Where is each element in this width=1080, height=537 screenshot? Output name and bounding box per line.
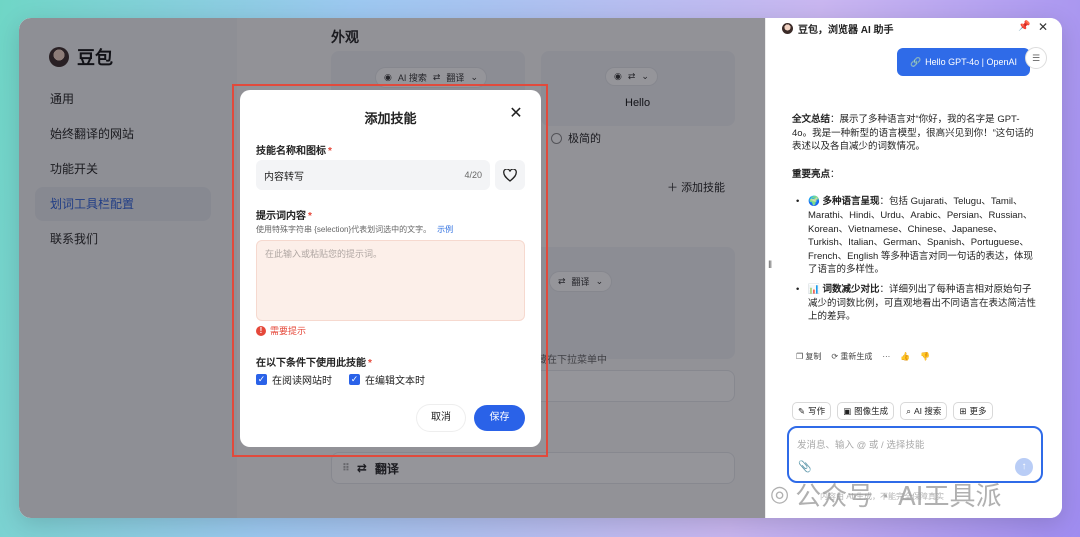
prompt-hint: 使用特殊字符串 {selection}代表划词选中的文字。 示例 — [256, 224, 453, 235]
more-button[interactable]: ··· — [882, 352, 890, 361]
name-label-text: 技能名称和图标 — [256, 146, 326, 157]
send-icon[interactable]: ↑ — [1015, 458, 1033, 476]
watermark-text: 公众号 · AI工具派 — [795, 482, 1002, 512]
prompt-hint-text: 使用特殊字符串 {selection}代表划词选中的文字。 — [256, 225, 432, 234]
chip-image-gen[interactable]: ▣ 图像生成 — [837, 402, 895, 420]
chip-label: 更多 — [969, 406, 987, 416]
regenerate-button[interactable]: ⟳ 重新生成 — [831, 351, 872, 362]
cancel-button[interactable]: 取消 — [417, 405, 465, 431]
error-text: 需要提示 — [270, 326, 307, 336]
checkbox-reading[interactable]: ✓ 在阅读网站时 — [256, 372, 332, 387]
required-mark: * — [368, 358, 372, 369]
highlights-list: 🌍 多种语言呈现：包括 Gujarati、Telugu、Tamil、Marath… — [792, 195, 1037, 323]
save-button[interactable]: 保存 — [474, 405, 525, 431]
prompt-label-text: 提示词内容 — [256, 211, 306, 222]
wechat-icon: ◎ — [770, 482, 790, 507]
close-icon[interactable]: ✕ — [509, 106, 523, 122]
assistant-panel: ‖ 豆包，浏览器 AI 助手 📌 ✕ 🔗 Hello GPT-4o | Open… — [765, 18, 1062, 518]
paperclip-icon[interactable]: 📎 — [798, 460, 812, 473]
user-message-text: Hello GPT-4o | OpenAI — [925, 57, 1018, 67]
checkbox-reading-label: 在阅读网站时 — [272, 376, 332, 387]
conditions-label: 在以下条件下使用此技能 * — [256, 354, 372, 369]
close-icon[interactable]: ✕ — [1038, 20, 1048, 34]
menu-icon[interactable]: ☰ — [1025, 47, 1047, 69]
required-mark: * — [308, 211, 312, 222]
settings-page: 豆包 通用 始终翻译的网站 功能开关 划词工具栏配置 联系我们 外观 ◉ AI … — [19, 18, 765, 518]
assistant-answer: 全文总结：展示了多种语言对“你好，我的名字是 GPT-4o。我是一种新型的语言模… — [792, 113, 1037, 330]
highlights-heading: 重要亮点： — [792, 168, 1037, 182]
checkbox-editing[interactable]: ✓ 在编辑文本时 — [349, 372, 425, 387]
pin-icon[interactable]: 📌 — [1018, 21, 1030, 32]
browser-window: 豆包 通用 始终翻译的网站 功能开关 划词工具栏配置 联系我们 外观 ◉ AI … — [19, 18, 1062, 518]
skill-name-value: 内容转写 — [264, 171, 304, 183]
image-icon: ▣ — [843, 406, 852, 416]
list-item: 📊 词数减少对比：详细列出了每种语言相对原始句子减少的词数比例，可直观地看出不同… — [792, 283, 1037, 324]
copy-icon: ❐ — [796, 352, 806, 361]
message-composer[interactable]: 发消息、输入 @ 或 / 选择技能 📎 ↑ — [787, 426, 1043, 483]
list-item: 🌍 多种语言呈现：包括 Gujarati、Telugu、Tamil、Marath… — [792, 195, 1037, 277]
copy-label: 复制 — [805, 352, 822, 361]
error-icon: ! — [256, 325, 266, 336]
error-message: ! 需要提示 — [256, 324, 306, 337]
bullet-text: ：包括 Gujarati、Telugu、Tamil、Marathi、Hindi、… — [808, 196, 1033, 276]
skill-icon-picker[interactable] — [495, 160, 525, 190]
skill-name-input[interactable]: 内容转写 4/20 — [256, 160, 490, 190]
thumbs-up-icon[interactable]: 👍 — [900, 352, 910, 361]
chip-writing[interactable]: ✎ 写作 — [792, 402, 832, 420]
required-mark: * — [328, 146, 332, 157]
checkbox-checked-icon: ✓ — [256, 374, 267, 385]
name-label: 技能名称和图标 * — [256, 142, 332, 157]
assistant-avatar — [782, 23, 793, 34]
highlights-colon: ： — [830, 168, 840, 180]
checkbox-editing-label: 在编辑文本时 — [365, 376, 425, 387]
thumbs-down-icon[interactable]: 👎 — [920, 352, 930, 361]
link-icon: 🔗 — [909, 56, 922, 67]
regenerate-label: 重新生成 — [840, 352, 873, 361]
assistant-header: 豆包，浏览器 AI 助手 — [782, 21, 894, 36]
resize-handle-icon[interactable]: ‖ — [768, 260, 772, 271]
user-message: 🔗 Hello GPT-4o | OpenAI — [897, 48, 1030, 76]
chip-more[interactable]: ⊞ 更多 — [953, 402, 993, 420]
chip-label: AI 搜索 — [913, 406, 942, 416]
assistant-title: 豆包，浏览器 AI 助手 — [798, 25, 894, 36]
grid-icon: ⊞ — [959, 406, 967, 416]
bullet-title: 📊 词数减少对比 — [808, 283, 880, 295]
checkbox-checked-icon: ✓ — [349, 374, 360, 385]
skill-chips: ✎ 写作 ▣ 图像生成 ⌕ AI 搜索 ⊞ 更多 — [792, 402, 993, 420]
chip-ai-search[interactable]: ⌕ AI 搜索 — [900, 402, 948, 420]
chip-label: 写作 — [808, 406, 826, 416]
copy-button[interactable]: ❐ 复制 — [796, 351, 821, 362]
refresh-icon: ⟳ — [831, 352, 841, 361]
add-skill-dialog: 添加技能 ✕ 技能名称和图标 * 内容转写 4/20 提示词内容 * 使用特殊字符串… — [240, 90, 541, 447]
watermark: ◎ 公众号 · AI工具派 — [770, 476, 1001, 513]
dialog-title: 添加技能 — [364, 111, 417, 126]
prompt-textarea[interactable]: 在此输入或粘贴您的提示词。 — [256, 240, 525, 321]
example-link[interactable]: 示例 — [437, 225, 453, 234]
heart-icon — [503, 168, 517, 182]
prompt-label: 提示词内容 * — [256, 207, 312, 222]
chip-label: 图像生成 — [854, 406, 889, 416]
char-count: 4/20 — [464, 170, 482, 180]
pen-icon: ✎ — [798, 406, 806, 416]
summary-paragraph: 全文总结：展示了多种语言对“你好，我的名字是 GPT-4o。我是一种新型的语言模… — [792, 113, 1037, 154]
highlights-label: 重要亮点 — [792, 168, 831, 180]
answer-actions: ❐ 复制 ⟳ 重新生成 ··· 👍 👎 — [796, 351, 930, 362]
composer-placeholder: 发消息、输入 @ 或 / 选择技能 — [797, 440, 925, 451]
conditions-label-text: 在以下条件下使用此技能 — [256, 358, 366, 369]
summary-label: 全文总结 — [792, 114, 831, 125]
bullet-title: 🌍 多种语言呈现 — [808, 196, 880, 208]
search-icon: ⌕ — [906, 406, 911, 416]
